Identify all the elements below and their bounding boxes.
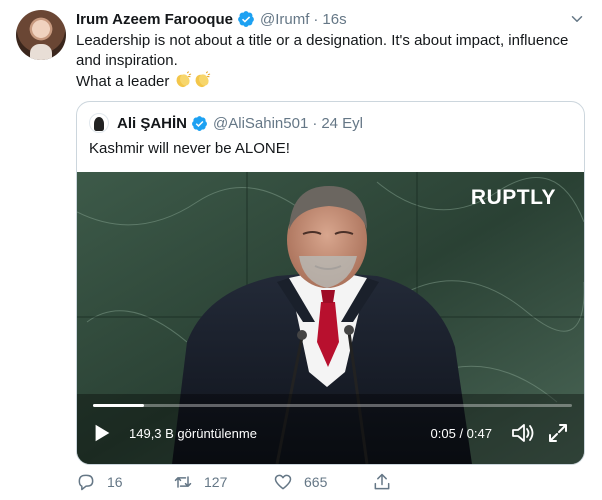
author-avatar[interactable]	[16, 10, 66, 60]
separator-dot: ·	[312, 114, 318, 132]
view-count: 149,3 B görüntülenme	[129, 426, 257, 441]
quoted-tweet-header: Ali ŞAHİN @AliSahin501 · 24 Eyl	[89, 113, 363, 133]
video-progress-fill	[93, 404, 144, 407]
like-count: 665	[304, 474, 328, 490]
video-controls: 149,3 B görüntülenme 0:05 / 0:47	[77, 416, 584, 452]
reply-icon	[78, 474, 94, 491]
fullscreen-icon[interactable]	[546, 421, 570, 445]
tweet[interactable]: Irum Azeem Farooque @Irumf · 16s Leaders…	[0, 0, 602, 500]
tweet-time[interactable]: 16s	[322, 11, 346, 28]
verified-badge-icon	[192, 115, 207, 131]
author-name[interactable]: Irum Azeem Farooque	[76, 11, 233, 28]
verified-badge-icon	[238, 11, 254, 27]
tweet-text-line: and inspiration.	[76, 52, 178, 69]
tweet-text-line: Leadership is not about a title or a des…	[76, 32, 569, 49]
separator-dot: ·	[313, 10, 319, 28]
video-progress-bar[interactable]	[93, 404, 572, 407]
like-button[interactable]: 665	[273, 472, 327, 492]
retweet-button[interactable]: 127	[173, 472, 227, 492]
like-icon	[274, 474, 292, 490]
quoted-author-avatar	[89, 113, 109, 133]
play-icon[interactable]	[91, 422, 113, 444]
volume-icon[interactable]	[510, 421, 536, 445]
video-player[interactable]: RUPTLY 149,3 B görüntülenme 0:05 / 0:47	[77, 172, 584, 464]
video-duration: 0:05 / 0:47	[430, 426, 492, 441]
quoted-tweet[interactable]: Ali ŞAHİN @AliSahin501 · 24 Eyl Kashmir …	[76, 101, 585, 465]
quoted-tweet-text: Kashmir will never be ALONE!	[89, 140, 290, 157]
video-watermark: RUPTLY	[470, 186, 556, 209]
quoted-author-handle: @AliSahin501	[213, 114, 309, 132]
share-button[interactable]	[372, 472, 392, 492]
quoted-author-name: Ali ŞAHİN	[117, 114, 188, 132]
chevron-down-icon[interactable]	[568, 10, 586, 28]
reply-button[interactable]: 16	[76, 472, 123, 492]
retweet-icon	[174, 476, 192, 488]
share-icon	[374, 473, 390, 490]
clapping-hands-icon	[174, 71, 193, 92]
tweet-text: Leadership is not about a title or a des…	[76, 31, 586, 92]
author-handle[interactable]: @Irumf	[260, 11, 309, 28]
retweet-count: 127	[204, 474, 228, 490]
tweet-text-line: What a leader	[76, 71, 586, 92]
quoted-tweet-time: 24 Eyl	[321, 114, 364, 132]
reply-count: 16	[107, 474, 123, 490]
clapping-hands-icon	[193, 71, 212, 92]
tweet-header: Irum Azeem Farooque @Irumf · 16s	[76, 9, 586, 29]
